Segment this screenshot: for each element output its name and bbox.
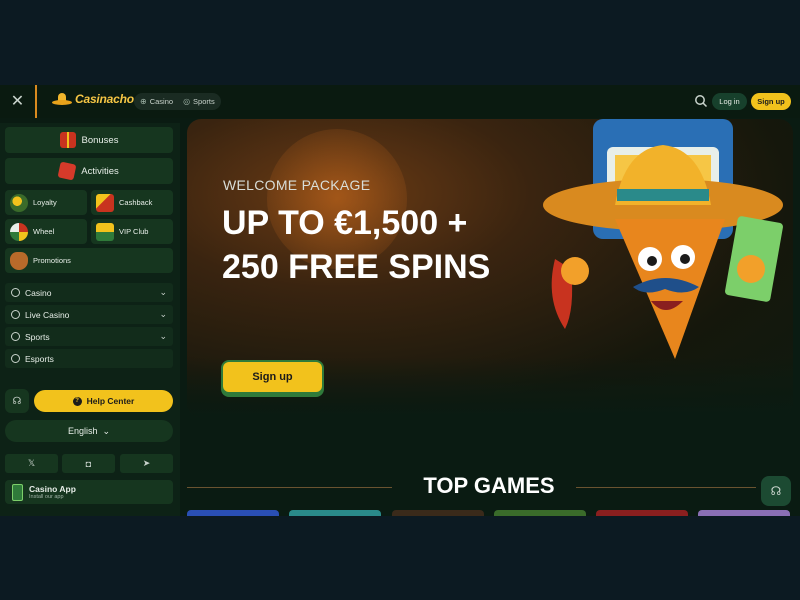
x-icon[interactable]: 𝕏 xyxy=(5,454,58,473)
logo[interactable]: Casinacho xyxy=(52,92,134,106)
header-divider xyxy=(35,85,37,118)
telegram-icon[interactable]: ➤ xyxy=(120,454,173,473)
dice-icon xyxy=(57,161,77,181)
casino-chip-icon xyxy=(11,288,20,297)
logo-text: Casinacho xyxy=(75,92,134,106)
divider-right xyxy=(576,487,756,488)
sombrero-icon xyxy=(52,92,72,106)
casino-chip-icon: ⊕ xyxy=(140,97,147,106)
sidebar: Bonuses Activities Loyalty Cashback Whee… xyxy=(0,123,180,516)
wheel-tile[interactable]: Wheel xyxy=(5,219,87,244)
question-icon: ? xyxy=(72,396,82,406)
top-games-title: TOP GAMES xyxy=(423,473,555,498)
language-select[interactable]: English ⌄ xyxy=(5,420,173,442)
wheel-icon xyxy=(10,222,28,241)
promotions-tile[interactable]: Promotions xyxy=(5,248,173,273)
sidebar-item-label: Esports xyxy=(25,353,54,364)
sidebar-item-label: Live Casino xyxy=(25,309,70,320)
sidebar-item-label: Sports xyxy=(25,331,50,342)
mascot-illustration xyxy=(543,119,783,359)
help-center-label: Help Center xyxy=(86,396,135,406)
language-label: English xyxy=(67,426,98,436)
chevron-down-icon[interactable]: ⌄ xyxy=(159,287,167,298)
welcome-banner[interactable]: WELCOME PACKAGE UP TO €1,500 + 250 FREE … xyxy=(187,119,793,417)
banner-headline: UP TO €1,500 + 250 FREE SPINS xyxy=(222,204,491,286)
support-chat-icon[interactable]: ☊ xyxy=(761,476,791,506)
vip-club-tile[interactable]: VIP Club xyxy=(91,219,173,244)
loyalty-icon xyxy=(10,193,28,212)
nav-casino-label: Casino xyxy=(149,97,174,106)
activities-label: Activities xyxy=(81,165,119,177)
letterbox-bottom xyxy=(0,516,800,600)
bonuses-label: Bonuses xyxy=(81,134,119,146)
search-icon[interactable] xyxy=(694,94,708,108)
sports-ball-icon: ◎ xyxy=(183,97,191,106)
headset-icon[interactable]: ☊ xyxy=(5,389,29,413)
vip-club-icon xyxy=(96,222,114,241)
bonuses-tile[interactable]: Bonuses xyxy=(5,127,173,153)
sidebar-item-casino[interactable]: Casino ⌄ xyxy=(5,283,173,302)
app-window: ✕ Casinacho ⊕ Casino ◎ Sports Log in Sig… xyxy=(0,85,800,516)
sidebar-item-sports[interactable]: Sports ⌄ xyxy=(5,327,173,346)
chevron-down-icon[interactable]: ⌄ xyxy=(159,309,167,320)
chevron-down-icon: ⌄ xyxy=(102,425,111,436)
nav-casino[interactable]: ⊕ Casino xyxy=(140,97,173,106)
close-icon[interactable]: ✕ xyxy=(9,93,26,110)
vip-club-label: VIP Club xyxy=(119,227,149,236)
app-title: Casino App xyxy=(29,484,76,494)
top-header: ✕ Casinacho ⊕ Casino ◎ Sports Log in Sig… xyxy=(0,85,800,118)
app-subtitle: Install our app xyxy=(29,494,64,500)
nav-sports[interactable]: ◎ Sports xyxy=(183,97,215,106)
loyalty-tile[interactable]: Loyalty xyxy=(5,190,87,215)
instagram-icon[interactable]: ◘ xyxy=(62,454,115,473)
nav-sports-label: Sports xyxy=(193,97,215,106)
activities-tile[interactable]: Activities xyxy=(5,158,173,184)
casino-app-promo[interactable]: Casino App Install our app xyxy=(5,480,173,504)
header-nav: ⊕ Casino ◎ Sports xyxy=(134,93,221,110)
phone-icon xyxy=(12,483,23,501)
loyalty-label: Loyalty xyxy=(33,198,57,207)
promotions-label: Promotions xyxy=(33,256,71,265)
cashback-label: Cashback xyxy=(119,198,153,207)
divider-left xyxy=(187,487,392,488)
banner-signup-button[interactable]: Sign up xyxy=(223,362,322,392)
gift-icon xyxy=(59,132,76,148)
letterbox-top xyxy=(0,0,800,85)
cashback-tile[interactable]: Cashback xyxy=(91,190,173,215)
cashback-icon xyxy=(96,193,114,212)
sidebar-item-label: Casino xyxy=(25,287,52,298)
live-casino-icon xyxy=(11,310,20,319)
chevron-down-icon[interactable]: ⌄ xyxy=(159,331,167,342)
sports-ball-icon xyxy=(11,332,20,341)
promotions-icon xyxy=(10,251,28,270)
help-center-button[interactable]: ? Help Center xyxy=(34,390,173,412)
esports-icon xyxy=(11,354,20,363)
banner-welcome: WELCOME PACKAGE xyxy=(223,177,371,193)
login-button[interactable]: Log in xyxy=(712,93,747,110)
sidebar-item-esports[interactable]: Esports xyxy=(5,349,173,368)
header-signup-button[interactable]: Sign up xyxy=(751,93,791,110)
wheel-label: Wheel xyxy=(33,227,55,236)
sidebar-item-live-casino[interactable]: Live Casino ⌄ xyxy=(5,305,173,324)
